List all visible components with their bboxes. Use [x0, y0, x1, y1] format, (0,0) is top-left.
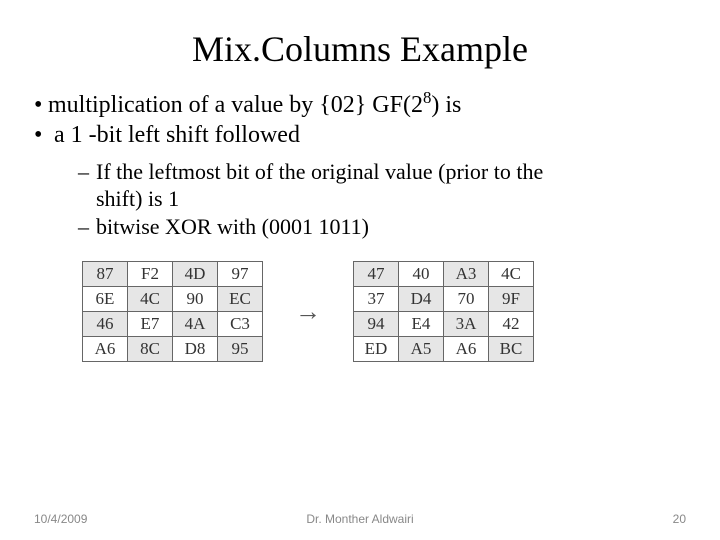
cell: 8C	[128, 337, 173, 362]
table-row: ED A5 A6 BC	[354, 337, 534, 362]
slide-title: Mix.Columns Example	[34, 28, 686, 70]
cell: 95	[218, 337, 263, 362]
cell: 70	[444, 287, 489, 312]
cell: 4A	[173, 312, 218, 337]
bullet-list: •multiplication of a value by {02} GF(28…	[34, 92, 686, 239]
sub-bullet-2: –bitwise XOR with (0001 1011)	[78, 214, 686, 239]
dash-icon: –	[78, 214, 96, 239]
cell: 46	[83, 312, 128, 337]
cell: 90	[173, 287, 218, 312]
bullet-1-text-pre: multiplication of a value by {02} GF(2	[48, 92, 423, 118]
cell: A6	[444, 337, 489, 362]
cell: C3	[218, 312, 263, 337]
footer-author: Dr. Monther Aldwairi	[34, 512, 686, 526]
cell: 4C	[489, 262, 534, 287]
cell: E4	[399, 312, 444, 337]
bullet-2: • a 1 -bit left shift followed	[34, 122, 686, 150]
sub-bullet-list: –If the leftmost bit of the original val…	[78, 159, 686, 239]
sub-bullet-1-cont: shift) is 1	[96, 186, 686, 211]
cell: 9F	[489, 287, 534, 312]
slide: Mix.Columns Example •multiplication of a…	[0, 0, 720, 540]
arrow-icon: →	[293, 297, 323, 327]
cell: 4C	[128, 287, 173, 312]
table-row: 94 E4 3A 42	[354, 312, 534, 337]
cell: E7	[128, 312, 173, 337]
cell: A6	[83, 337, 128, 362]
cell: 6E	[83, 287, 128, 312]
matrix-left: 87 F2 4D 97 6E 4C 90 EC 46 E7 4A C3 A6 8…	[82, 261, 263, 362]
bullet-dot-icon: •	[34, 122, 48, 150]
cell: ED	[354, 337, 399, 362]
table-row: 87 F2 4D 97	[83, 262, 263, 287]
bullet-2-text: a 1 -bit left shift followed	[48, 122, 300, 148]
cell: BC	[489, 337, 534, 362]
sub-bullet-1-line2: shift) is 1	[96, 186, 179, 211]
cell: D4	[399, 287, 444, 312]
cell: 37	[354, 287, 399, 312]
table-row: 37 D4 70 9F	[354, 287, 534, 312]
cell: 4D	[173, 262, 218, 287]
sub-bullet-1-line1: If the leftmost bit of the original valu…	[96, 159, 543, 184]
cell: F2	[128, 262, 173, 287]
cell: 47	[354, 262, 399, 287]
cell: 97	[218, 262, 263, 287]
table-row: A6 8C D8 95	[83, 337, 263, 362]
bullet-1: •multiplication of a value by {02} GF(28…	[34, 92, 686, 120]
sub-bullet-2-text: bitwise XOR with (0001 1011)	[96, 214, 369, 239]
sub-bullet-1: –If the leftmost bit of the original val…	[78, 159, 686, 184]
table-row: 47 40 A3 4C	[354, 262, 534, 287]
matrix-right: 47 40 A3 4C 37 D4 70 9F 94 E4 3A 42 ED A…	[353, 261, 534, 362]
cell: A3	[444, 262, 489, 287]
bullet-1-text-post: ) is	[431, 92, 461, 118]
table-row: 6E 4C 90 EC	[83, 287, 263, 312]
dash-icon: –	[78, 159, 96, 184]
cell: 94	[354, 312, 399, 337]
cell: D8	[173, 337, 218, 362]
cell: 3A	[444, 312, 489, 337]
matrices-row: 87 F2 4D 97 6E 4C 90 EC 46 E7 4A C3 A6 8…	[82, 261, 686, 362]
cell: EC	[218, 287, 263, 312]
footer: 10/4/2009 Dr. Monther Aldwairi 20	[34, 512, 686, 526]
table-row: 46 E7 4A C3	[83, 312, 263, 337]
cell: 42	[489, 312, 534, 337]
cell: 40	[399, 262, 444, 287]
cell: 87	[83, 262, 128, 287]
bullet-dot-icon: •	[34, 92, 48, 120]
cell: A5	[399, 337, 444, 362]
